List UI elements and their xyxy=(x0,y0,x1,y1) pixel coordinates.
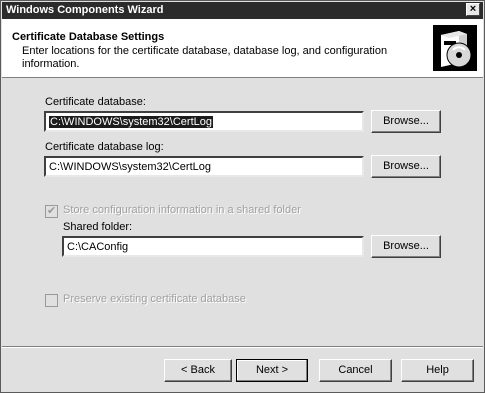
cert-log-input[interactable]: C:\WINDOWS\system32\CertLog xyxy=(44,156,364,177)
preserve-db-label: Preserve existing certificate database xyxy=(63,293,246,305)
software-box-cd-icon xyxy=(433,25,477,71)
cert-db-browse-button[interactable]: Browse... xyxy=(371,110,441,133)
shared-folder-input[interactable]: C:\CAConfig xyxy=(62,236,364,257)
cert-log-browse-button[interactable]: Browse... xyxy=(371,155,441,178)
window-title: Windows Components Wizard xyxy=(6,4,164,16)
shared-folder-checkbox-label: Store configuration information in a sha… xyxy=(63,204,301,216)
wizard-header: Certificate Database Settings Enter loca… xyxy=(2,19,483,78)
page-title: Certificate Database Settings xyxy=(12,31,165,43)
next-button[interactable]: Next > xyxy=(236,359,308,382)
footer-divider xyxy=(2,346,483,348)
cert-db-label: Certificate database: xyxy=(45,96,146,108)
shared-folder-label: Shared folder: xyxy=(63,221,133,233)
close-button[interactable]: × xyxy=(466,3,480,16)
shared-folder-browse-button[interactable]: Browse... xyxy=(371,235,441,258)
cert-log-label: Certificate database log: xyxy=(45,141,164,153)
preserve-db-checkbox[interactable] xyxy=(45,294,58,307)
wizard-window: Windows Components Wizard × Certificate … xyxy=(0,0,485,393)
page-description: Enter locations for the certificate data… xyxy=(22,45,388,70)
checkmark-icon: ✔ xyxy=(47,205,57,217)
title-bar[interactable]: Windows Components Wizard × xyxy=(2,2,483,19)
cancel-button[interactable]: Cancel xyxy=(319,359,392,382)
back-button[interactable]: < Back xyxy=(164,359,232,382)
cert-db-input[interactable]: C:\WINDOWS\system32\CertLog xyxy=(44,111,364,132)
shared-folder-checkbox[interactable]: ✔ xyxy=(45,205,58,218)
help-button[interactable]: Help xyxy=(401,359,474,382)
close-icon: × xyxy=(469,3,477,15)
